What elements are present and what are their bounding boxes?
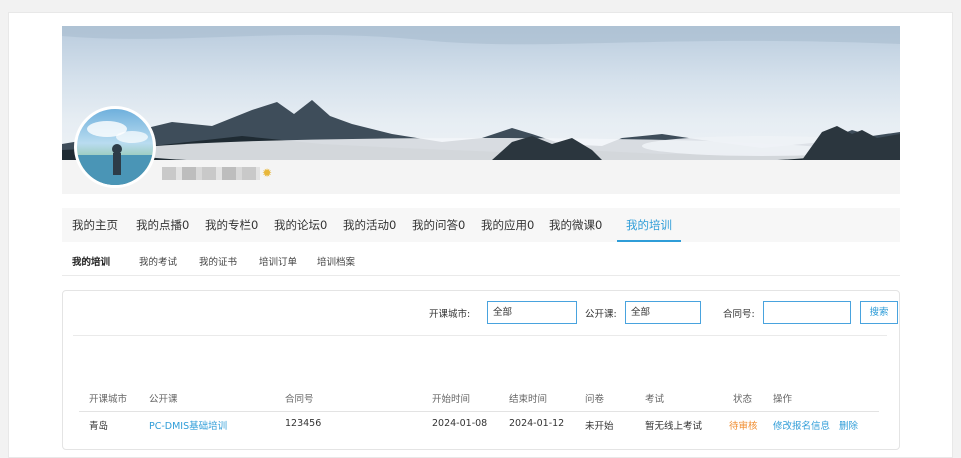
nav-microclass[interactable]: 我的微课0 <box>549 208 602 242</box>
mountain-scenery <box>62 26 900 160</box>
col-header-exam: 考试 <box>645 394 665 405</box>
cell-start: 2024-01-08 <box>432 418 488 429</box>
delete-link[interactable]: 删除 <box>839 418 858 432</box>
nav-forum[interactable]: 我的论坛0 <box>274 208 327 242</box>
col-header-contract: 合同号 <box>285 394 314 405</box>
nav-qa[interactable]: 我的问答0 <box>412 208 465 242</box>
city-filter-label: 开课城市: <box>429 309 471 320</box>
nav-vod[interactable]: 我的点播0 <box>136 208 189 242</box>
contract-filter-label: 合同号: <box>723 309 755 320</box>
cell-end: 2024-01-12 <box>509 418 565 429</box>
header-divider <box>79 411 879 412</box>
cell-survey: 未开始 <box>585 421 614 432</box>
col-header-action: 操作 <box>773 394 793 405</box>
city-select[interactable]: 全部 <box>487 301 577 324</box>
nav-activity[interactable]: 我的活动0 <box>343 208 396 242</box>
nav-home[interactable]: 我的主页 <box>72 208 118 242</box>
contract-input[interactable] <box>763 301 851 324</box>
status-badge: 待审核 <box>729 421 758 432</box>
filter-bar: 开课城市: 全部 公开课: 全部 合同号: 搜索 <box>63 301 899 325</box>
public-course-select[interactable]: 全部 <box>625 301 701 324</box>
cell-course-link[interactable]: PC-DMIS基础培训 <box>149 418 227 432</box>
profile-banner <box>62 26 900 160</box>
subnav-my-exams[interactable]: 我的考试 <box>139 254 177 268</box>
cell-city: 青岛 <box>89 421 109 432</box>
subnav-my-training[interactable]: 我的培训 <box>72 254 110 268</box>
subnav-training-orders[interactable]: 培训订单 <box>259 254 297 268</box>
edit-registration-link[interactable]: 修改报名信息 <box>773 418 830 432</box>
divider <box>73 335 887 336</box>
subnav-training-records[interactable]: 培训档案 <box>317 254 355 268</box>
cell-contract: 123456 <box>285 418 322 429</box>
username-blurred <box>162 167 260 180</box>
main-nav: 我的主页 我的点播0 我的专栏0 我的论坛0 我的活动0 我的问答0 我的应用0… <box>62 208 900 242</box>
col-header-start: 开始时间 <box>432 394 471 405</box>
col-header-status: 状态 <box>733 394 753 405</box>
nav-training[interactable]: 我的培训 <box>617 208 681 242</box>
search-button[interactable]: 搜索 <box>860 301 898 324</box>
gear-badge-icon: ✹ <box>262 166 273 180</box>
training-panel: 开课城市: 全部 公开课: 全部 合同号: 搜索 开课城市 公开课 合同号 开始… <box>62 290 900 450</box>
nav-apps[interactable]: 我的应用0 <box>481 208 534 242</box>
col-header-course: 公开课 <box>149 394 178 405</box>
cell-exam: 暂无线上考试 <box>645 421 703 432</box>
col-header-survey: 问卷 <box>585 394 605 405</box>
avatar[interactable] <box>74 106 156 188</box>
subnav-my-certificates[interactable]: 我的证书 <box>199 254 237 268</box>
col-header-city: 开课城市 <box>89 394 128 405</box>
nav-column[interactable]: 我的专栏0 <box>205 208 258 242</box>
public-course-filter-label: 公开课: <box>585 309 617 320</box>
col-header-end: 结束时间 <box>509 394 548 405</box>
sub-nav: 我的培训 我的考试 我的证书 培训订单 培训档案 <box>62 248 900 276</box>
